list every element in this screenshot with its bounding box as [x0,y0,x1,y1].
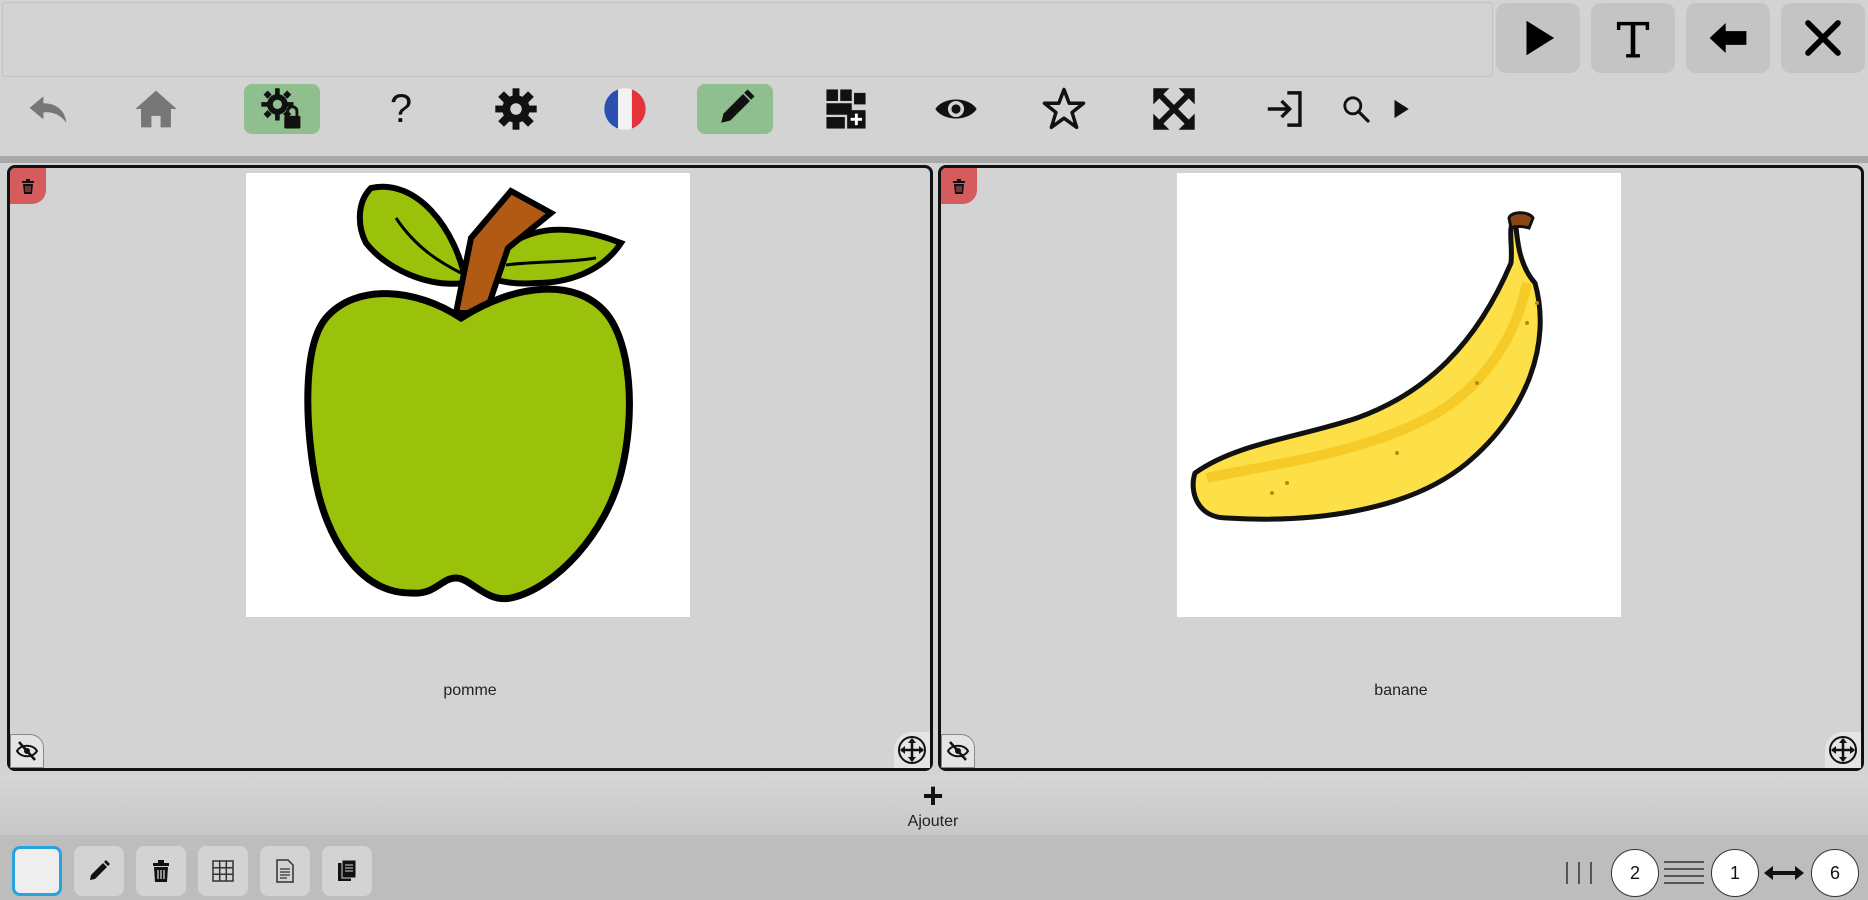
lock-settings-icon [261,88,301,129]
undo-button[interactable] [20,84,76,134]
view-button[interactable] [928,84,984,134]
settings-button[interactable] [488,84,544,134]
move-arrows-icon [1829,736,1857,764]
card-apple[interactable]: pomme [7,165,933,771]
trash-icon [22,179,34,194]
delete-card-button[interactable] [941,168,977,204]
play-icon [1526,20,1555,56]
eye-icon [935,99,977,119]
eye-slash-icon [15,741,39,761]
pencil-icon [90,860,110,880]
card-image [246,173,690,617]
move-arrows-icon [898,736,926,764]
add-label: Ajouter [907,813,959,830]
edit-button[interactable] [697,84,773,134]
copy-icon [338,859,357,881]
backspace-arrow-icon [1709,23,1747,53]
card-label: pomme [443,682,497,699]
top-bar [0,0,1868,80]
sentence-bar[interactable] [2,2,1493,77]
move-card-handle[interactable] [894,732,930,768]
rows-count[interactable]: 1 [1711,849,1759,897]
width-arrows-icon [1762,853,1806,893]
trash-icon [153,860,169,882]
login-icon [1267,91,1302,127]
fullscreen-icon [1153,88,1195,130]
rows-icon [1662,853,1706,893]
banana-image [1190,211,1543,522]
close-icon [1805,20,1841,56]
move-card-handle[interactable] [1825,732,1861,768]
add-grid-button[interactable] [818,84,874,134]
lock-settings-button[interactable] [244,84,320,134]
add-card-button[interactable]: + Ajouter [893,775,973,831]
bottom-bar: 2 1 6 [0,835,1868,900]
home-button[interactable] [128,84,184,134]
star-icon [1042,87,1086,130]
main-toolbar: ? [0,80,1868,158]
pencil-icon [721,89,755,123]
width-count[interactable]: 6 [1811,849,1859,897]
play-button[interactable] [1496,3,1580,73]
grid-button[interactable] [198,846,248,896]
hide-card-button[interactable] [941,734,975,768]
delete-card-button[interactable] [10,168,46,204]
select-button[interactable] [12,846,62,896]
hide-card-button[interactable] [10,734,44,768]
play-small-icon [1394,99,1409,119]
gear-icon [495,88,537,130]
edit-card-button[interactable] [74,846,124,896]
home-icon [135,90,177,128]
backspace-button[interactable] [1686,3,1770,73]
eye-slash-icon [946,741,970,761]
language-button[interactable] [598,84,652,134]
trash-icon [953,179,965,194]
search-icon [1343,96,1370,123]
more-tools-button[interactable] [1386,84,1416,134]
favorites-button[interactable] [1037,84,1091,134]
add-grid-icon [826,89,866,129]
french-flag-icon [604,88,646,130]
card-grid: pomme banane [0,163,1868,773]
grid-icon [212,860,234,882]
help-icon: ? [389,86,413,131]
document-icon [276,859,294,883]
text-mode-button[interactable] [1591,3,1675,73]
page-button[interactable] [260,846,310,896]
text-icon [1616,21,1650,58]
clear-button[interactable] [1781,3,1865,73]
copy-button[interactable] [322,846,372,896]
search-button[interactable] [1338,84,1374,134]
apple-image [304,183,633,603]
columns-icon [1563,853,1603,893]
card-image [1177,173,1621,617]
help-button[interactable]: ? [376,84,426,134]
card-label: banane [1374,682,1428,699]
add-area: + Ajouter [0,775,1868,835]
plus-icon: + [922,775,944,816]
delete-button[interactable] [136,846,186,896]
card-banana[interactable]: banane [938,165,1864,771]
fullscreen-button[interactable] [1146,84,1202,134]
columns-count[interactable]: 2 [1611,849,1659,897]
undo-icon [29,96,67,123]
login-button[interactable] [1258,84,1312,134]
